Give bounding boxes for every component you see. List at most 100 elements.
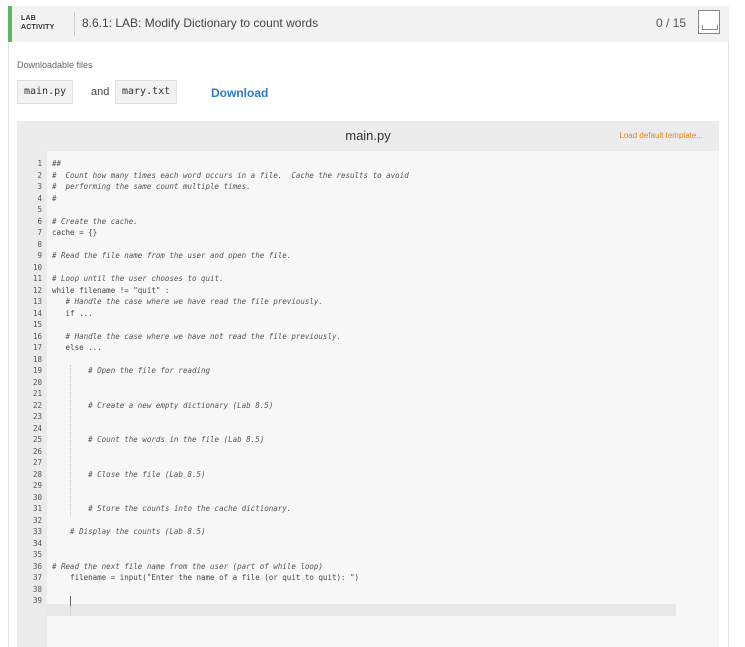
- code-line[interactable]: 25 # Count the words in the file (Lab 8.…: [17, 434, 719, 446]
- code-line[interactable]: 21: [17, 388, 719, 400]
- code-line[interactable]: 10: [17, 262, 719, 274]
- line-number: 33: [32, 527, 42, 536]
- code-text: # Display the counts (Lab 8.5): [52, 527, 206, 536]
- and-text: and: [91, 86, 110, 98]
- code-line[interactable]: 3 # performing the same count multiple ti…: [17, 181, 719, 193]
- code-line[interactable]: 1 ##: [17, 158, 719, 170]
- line-number: 19: [32, 366, 42, 375]
- code-text: # Create the cache.: [52, 216, 138, 226]
- line-number: 28: [32, 469, 42, 479]
- code-line[interactable]: 39: [17, 595, 719, 607]
- code-text: # Count the words in the file (Lab 8.5): [52, 435, 265, 444]
- line-number: 12: [32, 285, 42, 295]
- code-line[interactable]: 33 # Display the counts (Lab 8.5): [17, 526, 719, 538]
- line-number: 9: [37, 251, 42, 260]
- line-number: 39: [32, 596, 42, 605]
- code-line[interactable]: 24: [17, 423, 719, 435]
- text-cursor: [70, 596, 71, 606]
- header-divider: [74, 12, 75, 36]
- downloadable-files-label: Downloadable files: [17, 60, 93, 70]
- code-line[interactable]: 4 #: [17, 193, 719, 205]
- code-line[interactable]: 35: [17, 549, 719, 561]
- code-line[interactable]: 6 # Create the cache.: [17, 216, 719, 228]
- code-area[interactable]: 1 ## 2 # Count how many times each word occ…: [17, 158, 719, 607]
- code-line[interactable]: 23: [17, 411, 719, 423]
- code-line[interactable]: 15: [17, 319, 719, 331]
- code-line[interactable]: 5: [17, 204, 719, 216]
- completion-badge-icon: [698, 10, 720, 34]
- code-line[interactable]: 31 # Store the counts into the cache dic…: [17, 503, 719, 515]
- lab-label: LAB: [21, 15, 36, 22]
- code-line[interactable]: 13 # Handle the case where we have read …: [17, 296, 719, 308]
- code-text: #: [52, 193, 57, 203]
- code-line[interactable]: 28 # Close the file (Lab 8.5): [17, 469, 719, 481]
- line-number: 6: [37, 216, 42, 226]
- code-text: ##: [52, 159, 62, 168]
- code-line[interactable]: 20: [17, 377, 719, 389]
- code-text: # Loop until the user chooses to quit.: [52, 274, 224, 283]
- file-main-py: main.py: [17, 80, 74, 104]
- line-number: 36: [32, 561, 42, 571]
- editor-filename: main.py: [345, 128, 391, 143]
- line-number: 3: [37, 182, 42, 191]
- line-number: 27: [32, 458, 42, 467]
- code-text: # Open the file for reading: [52, 366, 211, 375]
- code-line[interactable]: 27: [17, 457, 719, 469]
- line-number: 34: [32, 538, 42, 548]
- code-text: filename = input("Enter the name of a fi…: [52, 573, 360, 582]
- line-number: 35: [32, 550, 42, 559]
- line-number: 4: [37, 193, 42, 203]
- activity-label: ACTIVITY: [21, 24, 55, 31]
- code-text: # Create a new empty dictionary (Lab 8.5…: [52, 400, 274, 410]
- line-number: 29: [32, 481, 42, 490]
- code-line[interactable]: 26: [17, 446, 719, 458]
- code-line[interactable]: 11 # Loop until the user chooses to quit.: [17, 273, 719, 285]
- code-line[interactable]: 36 # Read the next file name from the use…: [17, 561, 719, 573]
- code-line[interactable]: 16 # Handle the case where we have not r…: [17, 331, 719, 343]
- code-line[interactable]: 37 filename = input("Enter the name of a…: [17, 572, 719, 584]
- indent-guide: [70, 606, 71, 616]
- line-number: 1: [37, 159, 42, 168]
- code-line[interactable]: 29: [17, 480, 719, 492]
- code-text: # Handle the case where we have read the…: [52, 297, 323, 306]
- load-default-template-link[interactable]: Load default template...: [619, 131, 703, 140]
- code-line[interactable]: 32: [17, 515, 719, 527]
- code-line[interactable]: 9 # Read the file name from the user and …: [17, 250, 719, 262]
- line-number: 25: [32, 435, 42, 444]
- download-link[interactable]: Download: [211, 86, 268, 100]
- line-number: 22: [32, 400, 42, 410]
- score-display: 0 / 15: [656, 16, 687, 30]
- code-line[interactable]: 34: [17, 538, 719, 550]
- line-number: 32: [32, 515, 42, 525]
- code-line[interactable]: 17 else ...: [17, 342, 719, 354]
- code-line[interactable]: 12 while filename != "quit" :: [17, 285, 719, 297]
- code-line[interactable]: 19 # Open the file for reading: [17, 365, 719, 377]
- line-number: 21: [32, 389, 42, 398]
- indent-guide: [70, 365, 71, 517]
- line-number: 7: [37, 228, 42, 237]
- code-line[interactable]: 2 # Count how many times each word occurs…: [17, 170, 719, 182]
- code-text: else ...: [52, 343, 102, 352]
- code-line[interactable]: 22 # Create a new empty dictionary (Lab …: [17, 400, 719, 412]
- line-number: 24: [32, 423, 42, 433]
- code-line[interactable]: 7 cache = {}: [17, 227, 719, 239]
- code-line[interactable]: 30: [17, 492, 719, 504]
- code-line[interactable]: 14 if ...: [17, 308, 719, 320]
- line-number: 17: [32, 343, 42, 352]
- line-number: 20: [32, 377, 42, 387]
- code-line[interactable]: 18: [17, 354, 719, 366]
- line-number: 38: [32, 584, 42, 594]
- file-mary-txt: mary.txt: [115, 80, 178, 104]
- code-line[interactable]: 8: [17, 239, 719, 251]
- code-text: # Read the file name from the user and o…: [52, 251, 292, 260]
- line-number: 13: [32, 297, 42, 306]
- line-number: 23: [32, 412, 42, 421]
- code-editor[interactable]: main.py Load default template... 1 ## 2 # C…: [17, 121, 719, 647]
- code-text: # performing the same count multiple tim…: [52, 182, 251, 191]
- code-text: if ...: [52, 308, 93, 318]
- code-line[interactable]: 38: [17, 584, 719, 596]
- code-text: # Read the next file name from the user …: [52, 561, 323, 571]
- code-text: # Count how many times each word occurs …: [52, 170, 409, 180]
- line-number: 18: [32, 354, 42, 364]
- code-text: while filename != "quit" :: [52, 285, 170, 295]
